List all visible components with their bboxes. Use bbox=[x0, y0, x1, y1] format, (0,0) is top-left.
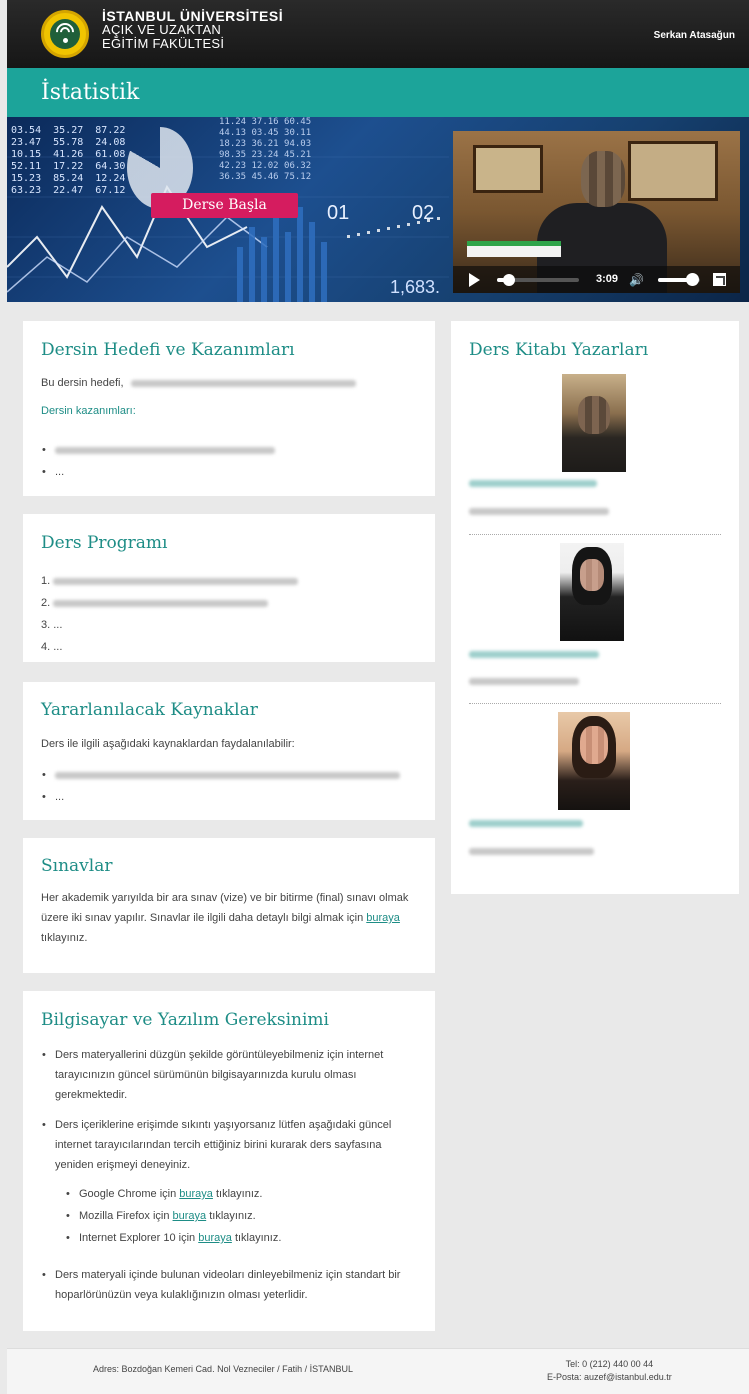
list-item: 4. ... bbox=[41, 641, 63, 653]
resources-title: Yararlanılacak Kaynaklar bbox=[41, 700, 258, 720]
requirements-panel: Bilgisayar ve Yazılım Gereksinimi Ders m… bbox=[23, 991, 435, 1331]
chrome-link[interactable]: buraya bbox=[179, 1188, 213, 1200]
goals-panel: Dersin Hedefi ve Kazanımları Bu dersin h… bbox=[23, 321, 435, 496]
authors-title: Ders Kitabı Yazarları bbox=[469, 340, 649, 360]
list-item: Internet Explorer 10 için buraya tıklayı… bbox=[66, 1227, 399, 1249]
resources-panel: Yararlanılacak Kaynaklar Ders ile ilgili… bbox=[23, 682, 435, 820]
list-item: 3. ... bbox=[41, 619, 63, 631]
video-controls: 3:09 🔊 bbox=[453, 266, 740, 293]
authors-panel: Ders Kitabı Yazarları bbox=[451, 321, 739, 894]
volume-icon[interactable]: 🔊 bbox=[629, 274, 645, 286]
list-item: Mozilla Firefox için buraya tıklayınız. bbox=[66, 1205, 399, 1227]
exams-link[interactable]: buraya bbox=[366, 912, 400, 924]
author-name[interactable] bbox=[469, 473, 597, 493]
university-logo-icon[interactable] bbox=[41, 10, 89, 58]
footer-tel: Tel: 0 (212) 440 00 44 bbox=[565, 1359, 654, 1369]
divider bbox=[469, 534, 721, 535]
org-line-2: AÇIK VE UZAKTAN bbox=[102, 22, 222, 37]
requirements-title: Bilgisayar ve Yazılım Gereksinimi bbox=[41, 1010, 329, 1030]
banner-label-bottom: 1,683. bbox=[390, 277, 441, 297]
play-icon[interactable] bbox=[469, 273, 480, 287]
footer-contact: Tel: 0 (212) 440 00 44 E-Posta: auzef@is… bbox=[547, 1358, 672, 1384]
start-course-button[interactable]: Derse Başla bbox=[151, 193, 298, 218]
banner-label-02: 02 bbox=[412, 202, 435, 224]
org-line-3: EĞİTİM FAKÜLTESİ bbox=[102, 36, 225, 51]
video-progress-handle[interactable] bbox=[503, 274, 516, 286]
author-email bbox=[469, 671, 579, 691]
banner-label-01: 01 bbox=[327, 202, 350, 224]
program-list: 1. 2. 3. ... 4. ... bbox=[41, 570, 299, 658]
goals-intro-text: Bu dersin hedefi, bbox=[41, 377, 124, 389]
list-item bbox=[42, 439, 275, 461]
author-email bbox=[469, 841, 594, 861]
volume-handle[interactable] bbox=[685, 273, 699, 286]
divider bbox=[469, 703, 721, 704]
list-item: Google Chrome için buraya tıklayınız. bbox=[66, 1183, 399, 1205]
list-item: ... bbox=[42, 461, 275, 483]
list-item: ... bbox=[42, 786, 400, 808]
video-player[interactable]: 3:09 🔊 bbox=[453, 131, 740, 293]
requirements-list: Ders materyallerini düzgün şekilde görün… bbox=[42, 1045, 410, 1185]
firefox-link[interactable]: buraya bbox=[173, 1210, 207, 1222]
video-time: 3:09 bbox=[596, 273, 619, 285]
organization-name[interactable]: İSTANBUL ÜNİVERSİTESİ AÇIK VE UZAKTAN EĞ… bbox=[102, 9, 283, 51]
video-caption-bar bbox=[467, 241, 561, 257]
author-name[interactable] bbox=[469, 813, 583, 833]
footer-address: Adres: Bozdoğan Kemeri Cad. Nol Veznecil… bbox=[93, 1364, 353, 1374]
list-item: Ders materyallerini düzgün şekilde görün… bbox=[42, 1045, 410, 1105]
goals-title: Dersin Hedefi ve Kazanımları bbox=[41, 340, 295, 360]
outcomes-label: Dersin kazanımları: bbox=[41, 405, 136, 417]
title-bar: İstatistik bbox=[7, 68, 749, 117]
requirements-list-2: Ders materyali içinde bulunan videoları … bbox=[42, 1265, 410, 1305]
outcomes-list: ... bbox=[42, 439, 275, 483]
video-wall-picture bbox=[473, 145, 543, 193]
author-photo[interactable] bbox=[560, 543, 624, 641]
resources-list: ... bbox=[42, 764, 400, 808]
site-footer: Adres: Bozdoğan Kemeri Cad. Nol Veznecil… bbox=[7, 1348, 749, 1394]
author-photo[interactable] bbox=[558, 712, 630, 810]
course-banner: 03.54 35.27 87.22 23.47 55.78 24.08 10.1… bbox=[7, 117, 749, 302]
exams-title: Sınavlar bbox=[41, 856, 113, 876]
program-panel: Ders Programı 1. 2. 3. ... 4. ... bbox=[23, 514, 435, 662]
footer-email[interactable]: E-Posta: auzef@istanbul.edu.tr bbox=[547, 1371, 672, 1384]
author-name[interactable] bbox=[469, 644, 599, 664]
redacted-text bbox=[130, 379, 356, 387]
browser-list: Google Chrome için buraya tıklayınız. Mo… bbox=[66, 1183, 399, 1249]
list-item: Ders materyali içinde bulunan videoları … bbox=[42, 1265, 410, 1305]
fullscreen-icon[interactable] bbox=[713, 273, 726, 286]
ie-link[interactable]: buraya bbox=[198, 1232, 232, 1244]
org-line-1: İSTANBUL ÜNİVERSİTESİ bbox=[102, 8, 284, 24]
banner-numbers-top: 11.24 37.16 60.45 44.13 03.45 30.11 18.2… bbox=[219, 117, 312, 182]
resources-intro: Ders ile ilgili aşağıdaki kaynaklardan f… bbox=[41, 738, 295, 750]
list-item bbox=[42, 764, 400, 786]
list-item: 2. bbox=[41, 592, 298, 614]
exams-text: Her akademik yarıyılda bir ara sınav (vi… bbox=[41, 892, 409, 944]
page-title: İstatistik bbox=[41, 80, 140, 105]
author-photo[interactable] bbox=[562, 374, 626, 472]
video-presenter-face bbox=[581, 151, 625, 207]
goals-intro: Bu dersin hedefi, bbox=[41, 373, 356, 393]
site-header: İSTANBUL ÜNİVERSİTESİ AÇIK VE UZAKTAN EĞ… bbox=[7, 0, 749, 68]
author-email bbox=[469, 501, 609, 521]
user-name[interactable]: Serkan Atasağun bbox=[654, 30, 735, 41]
banner-numbers-left: 03.54 35.27 87.22 23.47 55.78 24.08 10.1… bbox=[11, 125, 126, 196]
list-item: 1. bbox=[41, 570, 299, 592]
video-wall-picture bbox=[628, 141, 718, 201]
list-item: Ders içeriklerine erişimde sıkıntı yaşıy… bbox=[42, 1115, 410, 1175]
exams-panel: Sınavlar Her akademik yarıyılda bir ara … bbox=[23, 838, 435, 973]
program-title: Ders Programı bbox=[41, 533, 168, 553]
